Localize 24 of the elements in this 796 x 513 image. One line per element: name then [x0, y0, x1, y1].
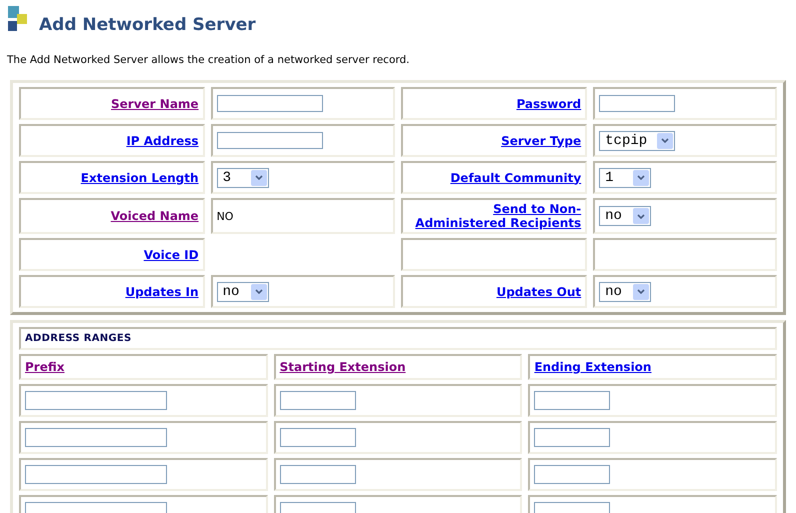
column-header-link[interactable]: Starting Extension	[280, 360, 406, 374]
dropdown[interactable]: tcpip	[599, 130, 676, 150]
field-label-link[interactable]: Default Community	[450, 170, 582, 184]
field-label-link[interactable]: Server Name	[111, 96, 199, 110]
field-label-link[interactable]: Updates Out	[496, 284, 582, 298]
field-label-link[interactable]: Voiced Name	[110, 209, 199, 223]
field-label-link[interactable]: Voice ID	[144, 248, 199, 262]
dropdown[interactable]: no	[216, 282, 269, 302]
field-label-link[interactable]: Password	[516, 96, 582, 110]
page-description: The Add Networked Server allows the creation of a networked server record.	[7, 53, 411, 67]
field-label-link[interactable]: Extension Length	[80, 170, 199, 184]
field-label-link[interactable]: IP Address	[126, 134, 199, 148]
dropdown[interactable]: 3	[216, 168, 269, 188]
column-header-link[interactable]: Ending Extension	[534, 360, 652, 374]
field-label-link[interactable]: Send to Non-Administered Recipients	[407, 202, 582, 230]
field-label-link[interactable]: Updates In	[125, 284, 199, 298]
field-label-link[interactable]: Server Type	[501, 134, 582, 148]
column-header-link[interactable]: Prefix	[25, 360, 64, 374]
dropdown[interactable]: 1	[599, 168, 652, 188]
section-title: ADDRESS RANGES	[25, 333, 132, 344]
page-title: Add Networked Server	[39, 15, 256, 35]
dropdown[interactable]: no	[599, 282, 652, 302]
field-value: NO	[216, 210, 234, 222]
dropdown[interactable]: no	[599, 206, 652, 226]
